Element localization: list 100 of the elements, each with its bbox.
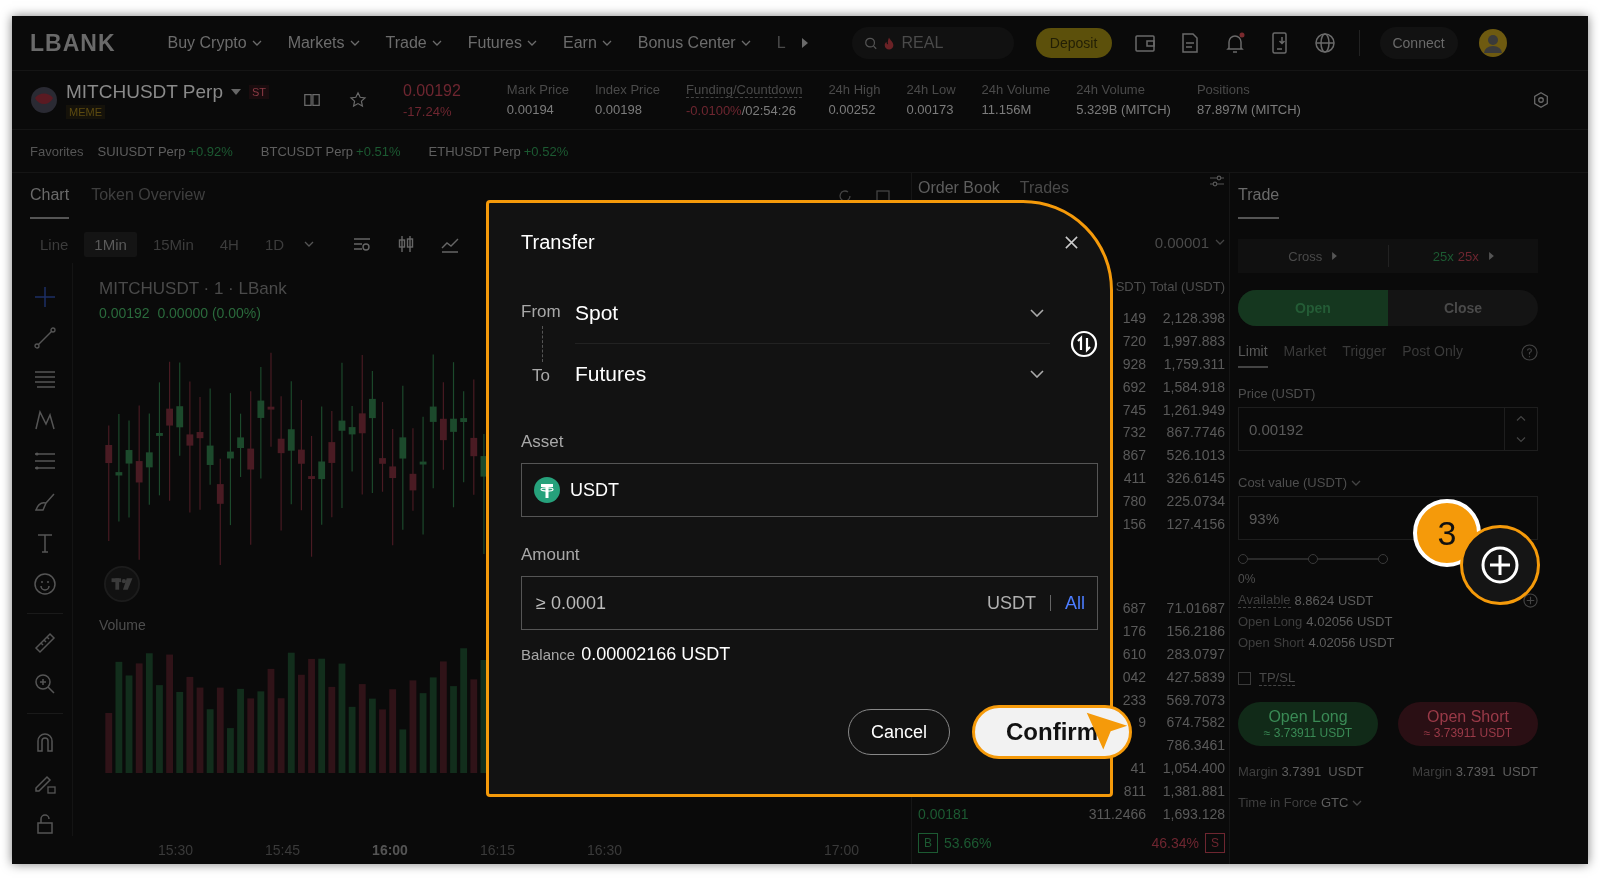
ask-total: 326.6145: [1166, 469, 1225, 486]
dropdown-caret-icon[interactable]: [230, 89, 241, 95]
precision-dropdown[interactable]: 0.00001: [1154, 233, 1209, 251]
settings-icon[interactable]: [1532, 91, 1550, 109]
stat-label: Funding/Countdown: [686, 82, 803, 98]
close-icon[interactable]: [1064, 234, 1079, 250]
category-tag: MEME: [66, 105, 105, 119]
ask-total: 127.4156: [1166, 515, 1225, 532]
time-in-force-dropdown[interactable]: GTC: [1321, 795, 1349, 810]
favorite-symbol[interactable]: BTCUSDT Perp: [260, 143, 354, 159]
nav-menu-item[interactable]: Buy Crypto: [167, 34, 262, 52]
balance-value: 0.00002166 USDT: [581, 644, 731, 665]
logo[interactable]: LBANK: [30, 29, 116, 57]
favorite-symbol[interactable]: SUIUSDT Perp: [97, 143, 186, 159]
nav-menu-item[interactable]: Earn: [563, 34, 612, 52]
ask-amount: 732: [1122, 424, 1146, 441]
stat-label: Mark Price: [506, 82, 569, 97]
volume-label: Volume: [99, 617, 146, 633]
chevron-down-icon: [251, 40, 262, 46]
bid-amount: 042: [1122, 668, 1146, 685]
open-long-button[interactable]: Open Long ≈ 3.73911 USDT: [1238, 702, 1378, 746]
fire-icon: [883, 35, 896, 51]
avatar-icon[interactable]: [1478, 29, 1507, 57]
chevron-down-icon: [1030, 309, 1044, 317]
nav-menu-item[interactable]: L: [776, 34, 786, 52]
ask-amount: 867: [1122, 447, 1146, 464]
panel-tab[interactable]: Trades: [1019, 173, 1069, 199]
ask-amount: 156: [1122, 515, 1146, 532]
swap-icon[interactable]: [1070, 329, 1098, 358]
column-header: SDT): [1115, 278, 1146, 294]
nav-menu-item[interactable]: Bonus Center: [637, 34, 751, 52]
amount-input[interactable]: ≥ 0.0001: [534, 591, 977, 615]
cost-value-dropdown[interactable]: Cost value (USDT): [1238, 475, 1348, 490]
order-type-tab[interactable]: Limit: [1238, 336, 1268, 368]
percent-slider[interactable]: [1238, 554, 1388, 564]
ask-total: 1,997.883: [1162, 333, 1225, 350]
highlighted-add-button[interactable]: [1460, 525, 1540, 605]
checkbox[interactable]: [1238, 671, 1251, 685]
ask-amount: 745: [1122, 401, 1146, 418]
chevron-down-icon[interactable]: [304, 241, 315, 247]
confirm-button[interactable]: Confirm: [972, 705, 1132, 759]
book-icon[interactable]: [303, 91, 321, 109]
search-field[interactable]: REAL: [851, 27, 1014, 59]
open-short-button[interactable]: Open Short ≈ 3.73911 USDT: [1398, 702, 1538, 746]
leverage-button[interactable]: 25x 25x: [1388, 248, 1538, 264]
all-link[interactable]: All: [1065, 592, 1085, 614]
stat-label: 24h High: [828, 82, 881, 97]
interval-tab[interactable]: 1Min: [84, 231, 137, 257]
from-label: From: [521, 301, 561, 322]
nav-menu-item[interactable]: Futures: [467, 34, 537, 52]
trend-line-icon[interactable]: [33, 326, 57, 350]
chevron-down-icon: [431, 40, 442, 46]
amount-field[interactable]: ≥ 0.0001 USDT All: [521, 576, 1098, 630]
margin-mode-button[interactable]: Cross: [1238, 248, 1388, 264]
pattern-icon[interactable]: [33, 408, 57, 432]
asset-dropdown[interactable]: USDT: [521, 463, 1098, 517]
star-icon[interactable]: [349, 91, 367, 109]
ruler-icon[interactable]: [33, 630, 57, 655]
margin-value: 3.7391 USDT: [1281, 764, 1364, 779]
arrow-right-icon: [1332, 252, 1338, 260]
panel-tab[interactable]: Order Book: [918, 173, 1000, 199]
chevron-down-icon: [527, 40, 537, 46]
add-icon[interactable]: [1523, 592, 1538, 608]
deposit-button[interactable]: Deposit: [1035, 28, 1112, 58]
asset-label: Asset: [521, 432, 565, 452]
volume-bar: [348, 706, 356, 773]
price-change: -17.24%: [403, 103, 453, 119]
bid-total: 786.3461: [1166, 737, 1225, 754]
from-account-dropdown[interactable]: Spot: [575, 283, 1050, 344]
price-field[interactable]: 0.00192: [1238, 407, 1538, 451]
nav-menu-item[interactable]: Trade: [385, 34, 442, 52]
ask-amount: 411: [1123, 469, 1146, 486]
chevron-down-icon[interactable]: [1352, 799, 1363, 806]
to-account-dropdown[interactable]: Futures: [575, 344, 1050, 404]
stat-label: 24h Volume: [1076, 82, 1146, 97]
bid-amount: 9: [1138, 714, 1146, 731]
connect-button[interactable]: Connect: [1379, 27, 1458, 59]
ask-total: 2,128.398: [1162, 310, 1225, 327]
ask-amount: 928: [1122, 356, 1146, 372]
more-arrow-icon[interactable]: [801, 38, 808, 48]
panel-tab[interactable]: Chart: [30, 173, 70, 219]
amount-label: Amount: [521, 545, 581, 565]
symbol-dropdown[interactable]: MITCHUSDT Perp: [66, 81, 223, 103]
smiley-icon[interactable]: [33, 572, 57, 596]
favorite-symbol[interactable]: ETHUSDT Perp: [428, 143, 521, 159]
nav-menu-item[interactable]: Markets: [287, 34, 360, 52]
stat-value: 0.00173: [906, 102, 955, 117]
search-input[interactable]: REAL: [901, 34, 1002, 52]
slider-label: 0%: [1238, 572, 1257, 586]
tag: ST: [248, 85, 269, 99]
sliders-icon[interactable]: [1209, 173, 1225, 189]
balance-label: Balance: [521, 646, 576, 663]
stat-value: 0.00252: [828, 102, 877, 117]
chevron-down-icon[interactable]: [1215, 239, 1225, 245]
chevron-down-icon[interactable]: [1351, 479, 1362, 486]
globe-icon[interactable]: [1312, 31, 1337, 55]
buy-ratio: 53.66%: [944, 834, 992, 851]
zoom-in-icon[interactable]: [33, 671, 57, 696]
help-icon[interactable]: [1521, 343, 1538, 361]
stat-label: Index Price: [595, 82, 661, 97]
